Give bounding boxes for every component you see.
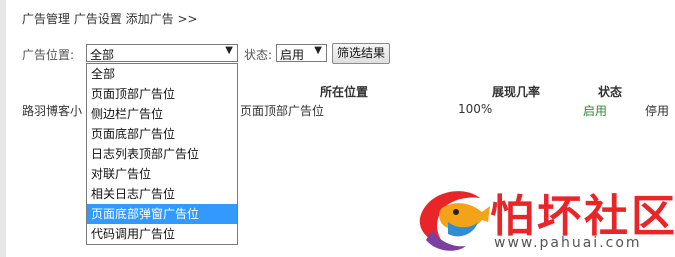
status-select-value: 启用 (280, 48, 305, 62)
row-rate: 100% (458, 102, 493, 116)
chevron-down-icon: ▼ (225, 45, 233, 56)
breadcrumb: 广告管理 广告设置 添加广告 >> (22, 12, 198, 26)
dropdown-option[interactable]: 相关日志广告位 (87, 184, 237, 204)
filter-results-button[interactable]: 筛选结果 (332, 43, 391, 64)
position-select-value: 全部 (90, 48, 115, 62)
column-header-rate: 展现几率 (492, 85, 541, 99)
row-action-disable[interactable]: 停用 (645, 102, 669, 119)
column-header-position: 所在位置 (320, 85, 369, 99)
left-panel-edge (0, 0, 6, 257)
position-select[interactable]: 全部 ▼ (86, 44, 238, 62)
dropdown-option[interactable]: 全部 (87, 64, 237, 84)
dropdown-option[interactable]: 页面顶部广告位 (87, 84, 237, 104)
position-filter-label: 广告位置: (22, 48, 75, 62)
dropdown-option-highlighted[interactable]: 页面底部弹窗广告位 (87, 204, 237, 224)
position-dropdown-list: 全部 页面顶部广告位 侧边栏广告位 页面底部广告位 日志列表顶部广告位 对联广告… (86, 63, 238, 245)
dropdown-option[interactable]: 日志列表顶部广告位 (87, 144, 237, 164)
watermark-url: www.pahuai.com (494, 235, 642, 251)
dropdown-option[interactable]: 页面底部广告位 (87, 124, 237, 144)
column-header-status: 状态 (598, 85, 623, 99)
row-name[interactable]: 路羽博客小 (22, 102, 82, 119)
row-position: 页面顶部广告位 (240, 104, 325, 118)
watermark: 怕坏社区 www.pahuai.com (412, 178, 675, 257)
dropdown-option[interactable]: 代码调用广告位 (87, 224, 237, 244)
row-status: 启用 (583, 104, 608, 118)
dropdown-option[interactable]: 对联广告位 (87, 164, 237, 184)
fish-logo-icon (419, 191, 490, 251)
dropdown-option[interactable]: 侧边栏广告位 (87, 104, 237, 124)
chevron-down-icon: ▼ (314, 45, 322, 56)
status-select[interactable]: 启用 ▼ (276, 44, 327, 62)
status-filter-label: 状态: (244, 48, 273, 62)
